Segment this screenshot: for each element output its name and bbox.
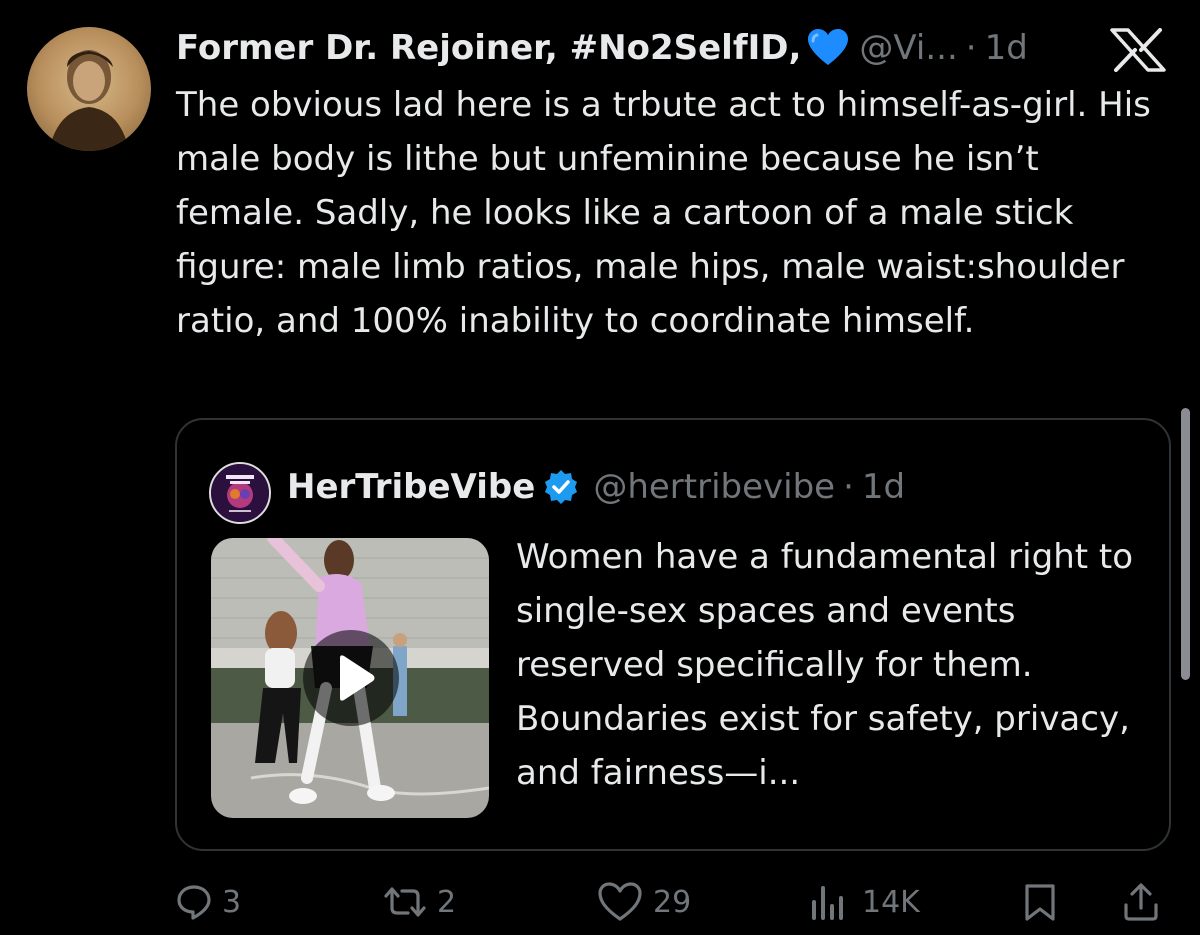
bookmark-button[interactable] bbox=[1022, 876, 1058, 928]
post-header: Former Dr. Rejoiner, #No2SelfID, @Vi... … bbox=[176, 26, 1096, 70]
reply-button[interactable]: 3 bbox=[176, 876, 241, 928]
quoted-separator-dot: · bbox=[843, 467, 854, 507]
quoted-post-header: HerTribeVibe @hertribevibe · 1d bbox=[287, 462, 905, 512]
quoted-post-text: Women have a fundamental right to single… bbox=[516, 537, 1134, 793]
post-text: The obvious lad here is a trbute act to … bbox=[176, 85, 1151, 341]
separator-dot: · bbox=[965, 28, 977, 68]
heart-icon bbox=[598, 882, 642, 921]
like-button[interactable]: 29 bbox=[597, 876, 691, 928]
quoted-post-card[interactable]: HerTribeVibe @hertribevibe · 1d Women ha… bbox=[175, 418, 1171, 851]
views-icon bbox=[812, 886, 843, 920]
play-icon bbox=[340, 655, 375, 701]
share-icon bbox=[1124, 883, 1158, 921]
avatar-portrait bbox=[49, 50, 129, 151]
views-button[interactable]: 14K bbox=[808, 876, 920, 928]
quoted-post-time[interactable]: 1d bbox=[862, 467, 905, 507]
reply-icon bbox=[177, 885, 211, 920]
quoted-author-avatar[interactable] bbox=[209, 462, 271, 524]
quoted-author-name[interactable]: HerTribeVibe bbox=[287, 467, 535, 507]
post-time[interactable]: 1d bbox=[985, 28, 1028, 68]
scrollbar[interactable] bbox=[1181, 408, 1190, 680]
x-logo-icon bbox=[1108, 28, 1168, 72]
repost-button[interactable]: 2 bbox=[383, 876, 456, 928]
like-count: 29 bbox=[653, 884, 692, 920]
quoted-video-thumbnail[interactable] bbox=[211, 538, 489, 818]
reply-count: 3 bbox=[222, 884, 242, 920]
share-button[interactable] bbox=[1120, 876, 1162, 928]
views-count: 14K bbox=[862, 884, 920, 920]
author-handle[interactable]: @Vi... bbox=[859, 28, 957, 68]
repost-count: 2 bbox=[437, 884, 457, 920]
quoted-author-handle[interactable]: @hertribevibe bbox=[593, 467, 835, 507]
video-play-button[interactable] bbox=[303, 630, 399, 726]
verified-badge-icon bbox=[543, 469, 579, 505]
bookmark-icon bbox=[1025, 884, 1055, 921]
author-avatar[interactable] bbox=[27, 27, 151, 151]
author-name[interactable]: Former Dr. Rejoiner, #No2SelfID, bbox=[176, 28, 801, 68]
repost-icon bbox=[384, 887, 426, 917]
blue-heart-icon bbox=[807, 29, 849, 67]
